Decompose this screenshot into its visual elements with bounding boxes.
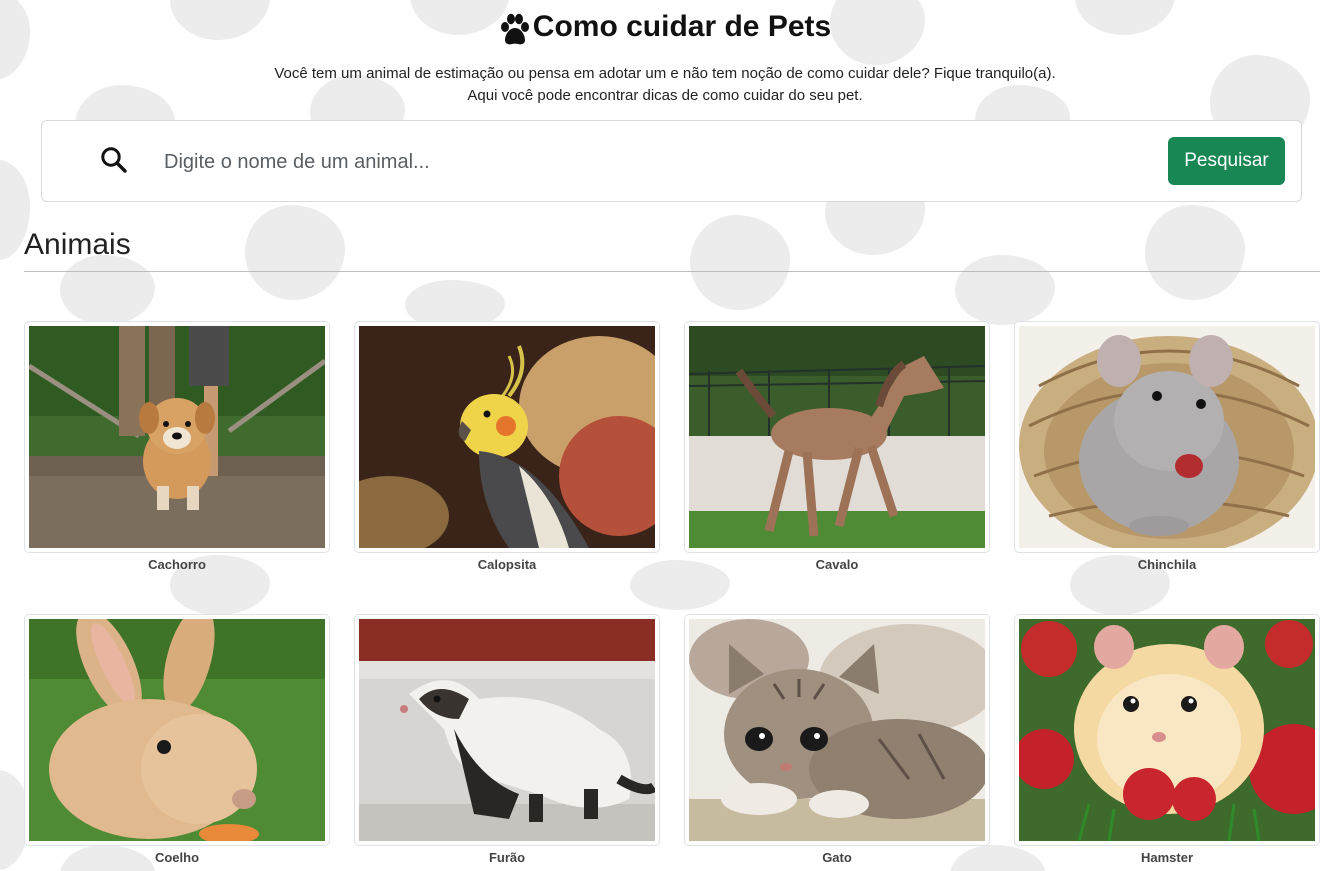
animal-card[interactable]: Furão (354, 614, 660, 866)
page: Como cuidar de Pets Você tem um animal d… (0, 0, 1330, 871)
search-bar: Pesquisar (41, 120, 1302, 202)
animal-card[interactable]: Hamster (1014, 614, 1320, 866)
animal-thumbnail[interactable] (1014, 321, 1320, 553)
animal-name[interactable]: Gato (684, 850, 990, 866)
kitten-photo (689, 619, 985, 841)
animal-card[interactable]: Chinchila (1014, 321, 1320, 573)
search-button[interactable]: Pesquisar (1168, 137, 1285, 185)
page-header: Como cuidar de Pets Você tem um animal d… (0, 0, 1330, 107)
animal-name[interactable]: Cavalo (684, 557, 990, 573)
animal-thumbnail[interactable] (24, 614, 330, 846)
animal-name[interactable]: Furão (354, 850, 660, 866)
horse-photo (689, 326, 985, 548)
cockatiel-photo (359, 326, 655, 548)
page-title-text: Como cuidar de Pets (532, 10, 832, 43)
animal-name[interactable]: Cachorro (24, 557, 330, 573)
puppy-photo (29, 326, 325, 548)
animal-name[interactable]: Coelho (24, 850, 330, 866)
section-title: Animais (24, 228, 131, 261)
paw-icon (500, 13, 529, 45)
animal-card[interactable]: Gato (684, 614, 990, 866)
animal-card[interactable]: Cavalo (684, 321, 990, 573)
animal-name[interactable]: Calopsita (354, 557, 660, 573)
animal-card[interactable]: Coelho (24, 614, 330, 866)
animal-thumbnail[interactable] (1014, 614, 1320, 846)
animal-thumbnail[interactable] (24, 321, 330, 553)
animal-thumbnail[interactable] (684, 321, 990, 553)
section-divider (24, 271, 1320, 272)
search-icon (101, 147, 127, 173)
rabbit-photo (29, 619, 325, 841)
ferret-photo (359, 619, 655, 841)
animal-name[interactable]: Hamster (1014, 850, 1320, 866)
animal-card[interactable]: Calopsita (354, 321, 660, 573)
animal-card[interactable]: Cachorro (24, 321, 330, 573)
hamster-photo (1019, 619, 1315, 841)
subtitle-line-1: Você tem um animal de estimação ou pensa… (274, 65, 1056, 82)
chinchilla-photo (1019, 326, 1315, 548)
animal-thumbnail[interactable] (354, 321, 660, 553)
search-input[interactable] (164, 143, 1164, 181)
animal-name[interactable]: Chinchila (1014, 557, 1320, 573)
page-title: Como cuidar de Pets (499, 8, 831, 46)
subtitle-line-2: Aqui você pode encontrar dicas de como c… (467, 87, 863, 104)
page-subtitle: Você tem um animal de estimação ou pensa… (0, 63, 1330, 107)
animal-thumbnail[interactable] (684, 614, 990, 846)
animal-thumbnail[interactable] (354, 614, 660, 846)
